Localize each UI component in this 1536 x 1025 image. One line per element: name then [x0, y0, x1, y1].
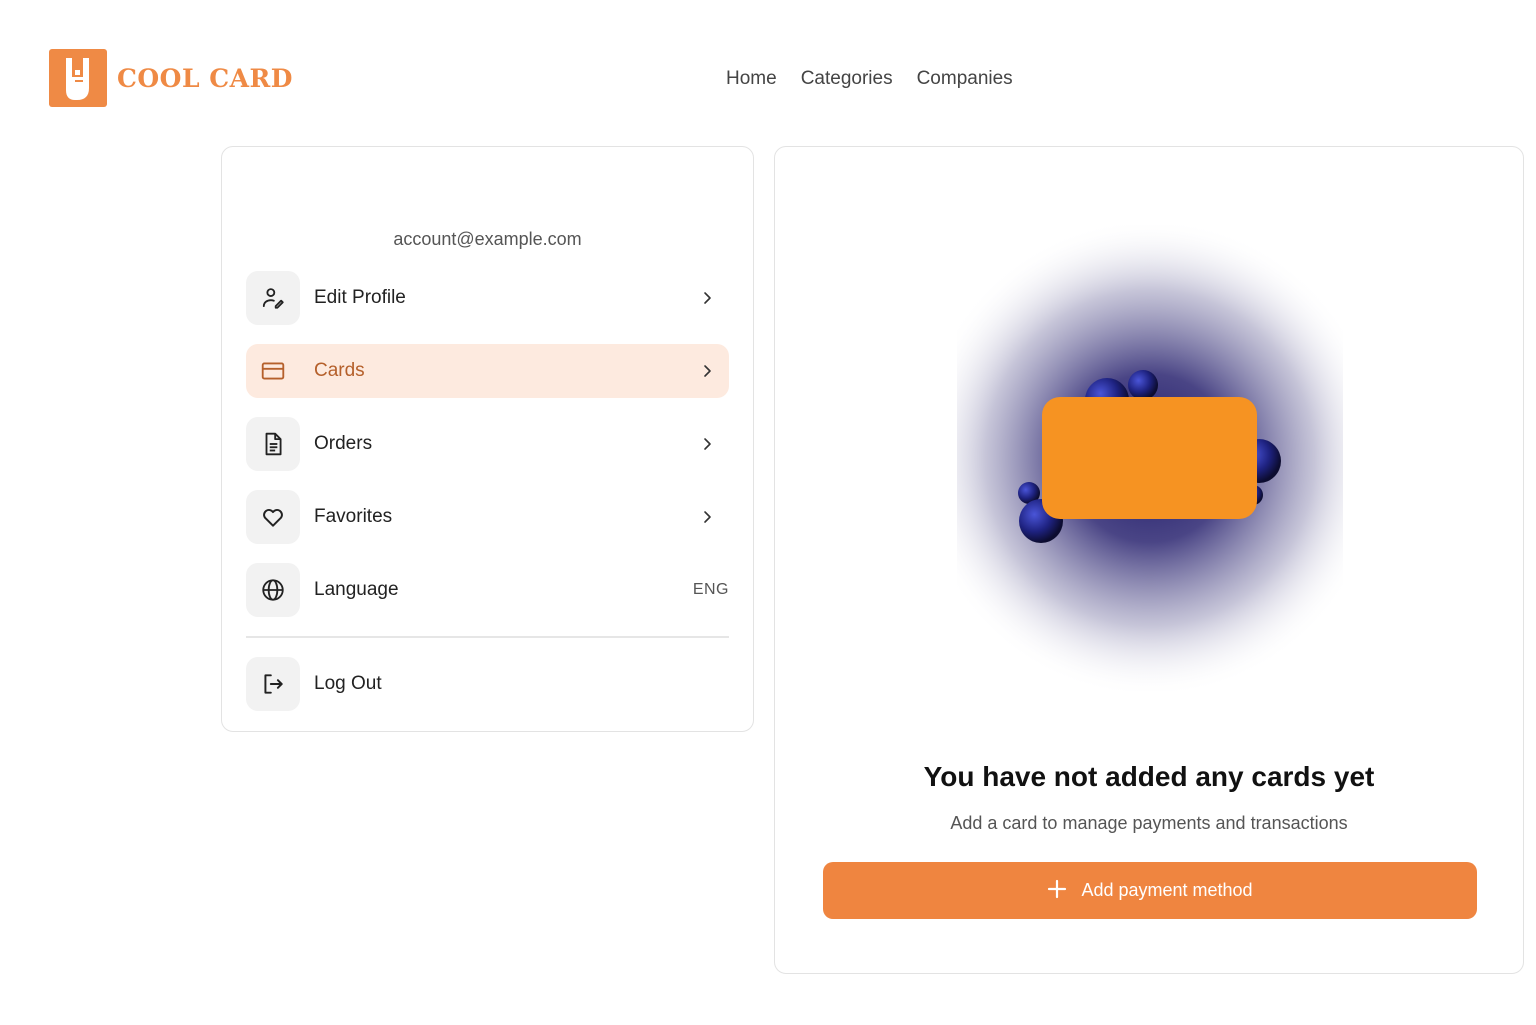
nav-home[interactable]: Home [726, 68, 777, 90]
menu-label-edit-profile: Edit Profile [314, 287, 406, 308]
menu-label-favorites: Favorites [314, 506, 393, 527]
nav-categories[interactable]: Categories [801, 68, 893, 90]
rock-hand-icon [49, 49, 107, 107]
account-sidebar: account@example.com Edit Profile Cards O… [221, 146, 754, 732]
brand-name: COOL CARD [117, 63, 293, 93]
credit-card-icon [246, 344, 300, 398]
account-menu: Edit Profile Cards Orders Favorites Lang… [246, 271, 729, 730]
menu-label-language: Language [314, 579, 399, 600]
menu-divider [246, 636, 729, 638]
empty-state-subtitle: Add a card to manage payments and transa… [950, 813, 1348, 833]
language-value: ENG [693, 581, 729, 599]
document-icon [246, 417, 300, 471]
plus-icon [1047, 879, 1067, 902]
globe-icon [246, 563, 300, 617]
nav-companies[interactable]: Companies [917, 68, 1013, 90]
menu-label-cards: Cards [314, 360, 365, 381]
empty-state-title: You have not added any cards yet [923, 761, 1375, 792]
menu-item-favorites[interactable]: Favorites [246, 490, 729, 544]
language-code: ENG [692, 581, 729, 598]
brand-logo[interactable]: COOL CARD [49, 49, 293, 107]
cards-panel: You have not added any cards yet Add a c… [774, 146, 1524, 974]
edit-profile-icon [246, 271, 300, 325]
menu-item-cards[interactable]: Cards [246, 344, 729, 398]
account-email: account@example.com [393, 229, 582, 249]
menu-label-logout: Log Out [314, 673, 382, 694]
chevron-right-icon [699, 363, 715, 379]
menu-label-orders: Orders [314, 433, 373, 454]
chevron-right-icon [699, 436, 715, 452]
chevron-right-icon [699, 290, 715, 306]
menu-item-logout[interactable]: Log Out [246, 657, 729, 711]
add-payment-method-label: Add payment method [1081, 880, 1253, 900]
menu-item-edit-profile[interactable]: Edit Profile [246, 271, 729, 325]
menu-item-language[interactable]: Language ENG [246, 563, 729, 617]
heart-icon [246, 490, 300, 544]
menu-item-orders[interactable]: Orders [246, 417, 729, 471]
chevron-right-icon [699, 509, 715, 525]
add-payment-method-button[interactable]: Add payment method [823, 862, 1477, 919]
empty-cards-illustration [957, 225, 1343, 691]
logout-icon [246, 657, 300, 711]
top-nav: Home Categories Companies [726, 68, 1013, 90]
